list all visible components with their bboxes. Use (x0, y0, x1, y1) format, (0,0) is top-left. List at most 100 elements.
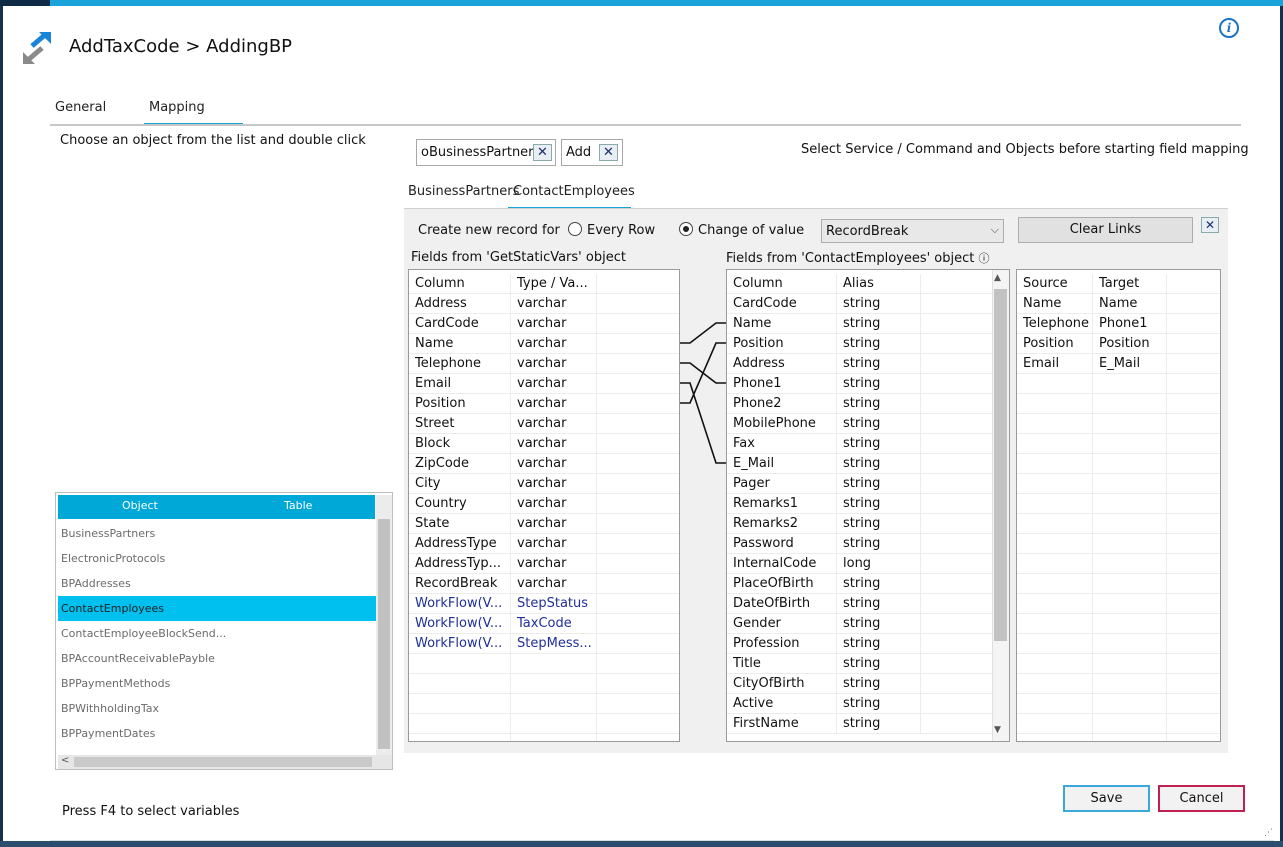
table-column-header[interactable]: Table (284, 499, 312, 512)
link-row[interactable] (1017, 554, 1220, 574)
link-row[interactable] (1017, 514, 1220, 534)
close-mapping-icon[interactable]: ✕ (1201, 217, 1219, 233)
subtab-businesspartners[interactable]: BusinessPartners (408, 184, 519, 209)
target-row[interactable]: Password string (727, 534, 1009, 554)
link-row[interactable] (1017, 714, 1220, 734)
target-row[interactable]: MobilePhone string (727, 414, 1009, 434)
source-row[interactable]: Street varchar (409, 414, 679, 434)
chip-command-remove-icon[interactable]: ✕ (599, 144, 618, 161)
source-row[interactable]: WorkFlow(V... StepMess... (409, 634, 679, 654)
target-row[interactable]: Position string (727, 334, 1009, 354)
link-row[interactable]: Position Position (1017, 334, 1220, 354)
source-row[interactable]: Name varchar (409, 334, 679, 354)
target-row[interactable]: Phone2 string (727, 394, 1009, 414)
resize-grip-icon[interactable]: ⋰ (1264, 828, 1273, 838)
source-row[interactable]: WorkFlow(V... TaxCode (409, 614, 679, 634)
source-row[interactable]: Email varchar (409, 374, 679, 394)
record-break-dropdown[interactable]: RecordBreak ⌵ (821, 219, 1004, 243)
target-row[interactable]: Address string (727, 354, 1009, 374)
source-row[interactable]: City varchar (409, 474, 679, 494)
source-row[interactable]: ZipCode varchar (409, 454, 679, 474)
target-info-icon[interactable]: ⓘ (979, 252, 990, 265)
info-icon[interactable]: i (1219, 18, 1239, 38)
source-row[interactable] (409, 694, 679, 714)
source-row[interactable] (409, 654, 679, 674)
object-column-header[interactable]: Object (122, 499, 158, 512)
target-row[interactable]: FirstName string (727, 714, 1009, 734)
clear-links-button[interactable]: Clear Links (1018, 217, 1193, 243)
link-row[interactable] (1017, 474, 1220, 494)
link-row[interactable] (1017, 694, 1220, 714)
target-header-row[interactable]: Column Alias (727, 274, 1009, 294)
link-header-row[interactable]: Source Target (1017, 274, 1220, 294)
target-row[interactable]: Phone1 string (727, 374, 1009, 394)
target-row[interactable]: Name string (727, 314, 1009, 334)
link-row[interactable] (1017, 374, 1220, 394)
source-row[interactable]: AddressType varchar (409, 534, 679, 554)
radio-every-row-label[interactable]: Every Row (587, 223, 655, 238)
target-row[interactable]: CityOfBirth string (727, 674, 1009, 694)
link-row[interactable] (1017, 734, 1220, 741)
source-row[interactable] (409, 734, 679, 741)
save-button[interactable]: Save (1063, 785, 1150, 812)
link-row[interactable] (1017, 674, 1220, 694)
object-list-vertical-thumb[interactable] (378, 519, 390, 749)
link-row[interactable]: Email E_Mail (1017, 354, 1220, 374)
source-row[interactable]: WorkFlow(V... StepStatus (409, 594, 679, 614)
link-row[interactable] (1017, 614, 1220, 634)
link-row[interactable] (1017, 494, 1220, 514)
source-row[interactable]: Block varchar (409, 434, 679, 454)
source-row[interactable]: Country varchar (409, 494, 679, 514)
target-row[interactable]: Active string (727, 694, 1009, 714)
source-row[interactable]: State varchar (409, 514, 679, 534)
target-row[interactable]: Fax string (727, 434, 1009, 454)
object-item-businesspartners[interactable]: BusinessPartners (58, 521, 376, 546)
link-row[interactable] (1017, 534, 1220, 554)
target-row[interactable]: Gender string (727, 614, 1009, 634)
cancel-button[interactable]: Cancel (1158, 785, 1245, 812)
object-item-contactemployees[interactable]: ContactEmployees (58, 596, 376, 621)
tab-mapping[interactable]: Mapping (144, 100, 243, 126)
object-item-bpaccountreceivablepayble[interactable]: BPAccountReceivablePayble (58, 646, 376, 671)
target-row[interactable]: Pager string (727, 474, 1009, 494)
link-row[interactable] (1017, 634, 1220, 654)
target-row[interactable]: InternalCode long (727, 554, 1009, 574)
object-list-horizontal-thumb[interactable] (74, 757, 372, 767)
target-row[interactable]: Profession string (727, 634, 1009, 654)
object-item-bpwithholdingtax[interactable]: BPWithholdingTax (58, 696, 376, 721)
target-row[interactable]: Remarks2 string (727, 514, 1009, 534)
target-row[interactable]: Remarks1 string (727, 494, 1009, 514)
link-row[interactable] (1017, 434, 1220, 454)
source-row[interactable]: AddressTyp... varchar (409, 554, 679, 574)
target-row[interactable]: PlaceOfBirth string (727, 574, 1009, 594)
radio-change-of-value[interactable] (679, 222, 693, 236)
object-item-bppaymentmethods[interactable]: BPPaymentMethods (58, 671, 376, 696)
link-row[interactable] (1017, 454, 1220, 474)
chip-service-remove-icon[interactable]: ✕ (533, 144, 552, 161)
source-row[interactable] (409, 674, 679, 694)
link-row[interactable] (1017, 414, 1220, 434)
source-header-row[interactable]: Column Type / Va... (409, 274, 679, 294)
link-row[interactable]: Telephone Phone1 (1017, 314, 1220, 334)
link-row[interactable]: Name Name (1017, 294, 1220, 314)
target-row[interactable]: DateOfBirth string (727, 594, 1009, 614)
object-item-contactemployeeblocksend[interactable]: ContactEmployeeBlockSend... (58, 621, 376, 646)
target-row[interactable]: E_Mail string (727, 454, 1009, 474)
link-row[interactable] (1017, 574, 1220, 594)
tab-general[interactable]: General (50, 100, 111, 126)
radio-every-row[interactable] (568, 222, 582, 236)
subtab-contactemployees[interactable]: ContactEmployees (508, 184, 635, 209)
target-grid-vertical-thumb[interactable] (994, 289, 1007, 641)
scroll-up-arrow-icon[interactable]: ▲ (994, 273, 1001, 283)
source-row[interactable]: Address varchar (409, 294, 679, 314)
object-item-bpaddresses[interactable]: BPAddresses (58, 571, 376, 596)
link-row[interactable] (1017, 394, 1220, 414)
radio-change-of-value-label[interactable]: Change of value (698, 223, 804, 238)
link-row[interactable] (1017, 594, 1220, 614)
target-row[interactable]: CardCode string (727, 294, 1009, 314)
source-row[interactable]: Telephone varchar (409, 354, 679, 374)
source-row[interactable]: CardCode varchar (409, 314, 679, 334)
object-item-bppaymentdates[interactable]: BPPaymentDates (58, 721, 376, 746)
source-row[interactable]: RecordBreak varchar (409, 574, 679, 594)
scroll-down-arrow-icon[interactable]: ▼ (994, 725, 1001, 735)
